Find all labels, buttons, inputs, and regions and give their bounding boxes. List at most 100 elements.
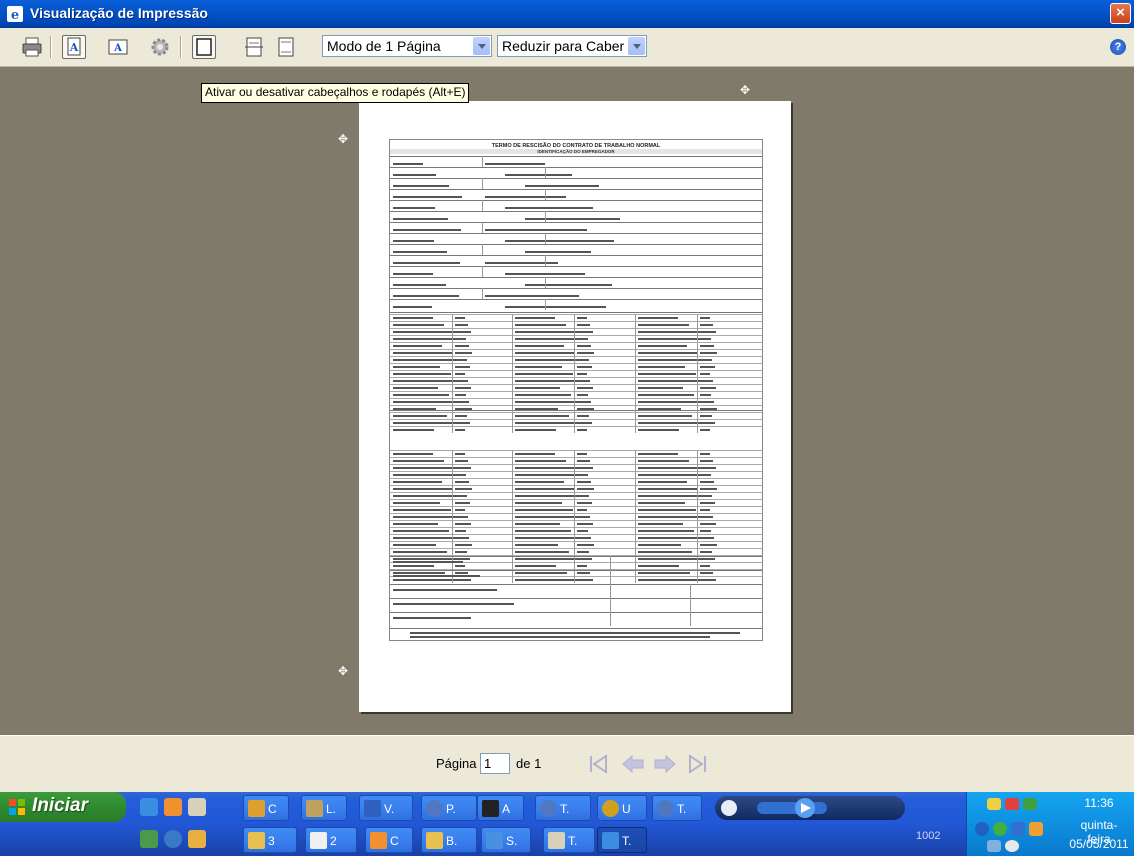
full-page-icon[interactable] xyxy=(274,35,298,59)
table-text xyxy=(700,387,716,389)
app-quicklaunch-icon[interactable] xyxy=(140,830,158,848)
table-rule xyxy=(390,419,762,420)
table-text xyxy=(577,366,592,368)
table-text xyxy=(393,530,449,532)
table-text xyxy=(515,422,580,424)
bottom-margin-handle-icon[interactable]: ✥ xyxy=(338,665,348,677)
page-count-label: de 1 xyxy=(516,756,542,771)
taskbar-button[interactable]: L. xyxy=(301,795,347,821)
tray-app-icon[interactable] xyxy=(1011,822,1025,836)
tray-arrow-icon[interactable] xyxy=(975,822,989,836)
table-text xyxy=(455,331,471,333)
table-text xyxy=(393,509,451,511)
table-text xyxy=(515,401,582,403)
taskbar-button[interactable]: A xyxy=(477,795,524,821)
last-page-icon[interactable] xyxy=(684,752,710,776)
taskbar-button[interactable]: T. xyxy=(652,795,702,821)
table-text xyxy=(393,551,447,553)
table-text xyxy=(393,488,453,490)
table-text xyxy=(577,387,593,389)
tray-app-icon[interactable] xyxy=(1029,822,1043,836)
table-rule xyxy=(390,541,762,542)
fit-mode-select[interactable]: Reduzir para Caber xyxy=(497,35,647,57)
table-rule xyxy=(390,384,762,385)
table-text xyxy=(577,359,589,361)
media-player-toolbar[interactable] xyxy=(715,796,905,820)
table-text xyxy=(455,324,468,326)
globe-quicklaunch-icon[interactable] xyxy=(164,830,182,848)
tray-app-icon[interactable] xyxy=(1005,840,1019,852)
taskbar-button[interactable]: U xyxy=(597,795,647,821)
form-rule xyxy=(390,556,762,557)
table-text xyxy=(577,502,592,504)
table-text xyxy=(638,572,690,574)
table-text xyxy=(393,422,458,424)
form-divider xyxy=(482,222,483,233)
tray-app-icon[interactable] xyxy=(1005,798,1019,810)
help-icon[interactable]: ? xyxy=(1110,39,1126,55)
table-text xyxy=(638,429,679,431)
start-button[interactable]: Iniciar xyxy=(0,792,126,822)
chevron-down-icon[interactable] xyxy=(473,37,490,55)
taskbar-button[interactable]: C xyxy=(243,795,289,821)
taskbar-group-button[interactable]: 3 xyxy=(243,827,297,853)
table-text xyxy=(515,429,556,431)
form-divider xyxy=(545,233,546,244)
table-text xyxy=(700,579,716,581)
clock-time[interactable]: 11:36 xyxy=(1069,796,1129,810)
table-text xyxy=(700,467,716,469)
table-text xyxy=(393,394,449,396)
form-text xyxy=(393,207,435,209)
table-text xyxy=(700,453,710,455)
table-text xyxy=(638,481,687,483)
taskbar-button[interactable]: V. xyxy=(359,795,413,821)
mail-icon[interactable] xyxy=(987,798,1001,810)
previous-page-icon[interactable] xyxy=(620,752,646,776)
table-text xyxy=(393,537,460,539)
taskbar-button[interactable]: T. xyxy=(535,795,591,821)
form-text xyxy=(485,163,545,165)
table-text xyxy=(700,495,712,497)
taskbar-button-active[interactable]: T. xyxy=(597,827,647,853)
taskbar-button[interactable]: S. xyxy=(481,827,531,853)
taskbar-button[interactable]: B. xyxy=(421,827,477,853)
table-text xyxy=(515,453,555,455)
next-page-icon[interactable] xyxy=(652,752,678,776)
full-width-icon[interactable] xyxy=(242,35,266,59)
page-number-input[interactable]: 1 xyxy=(480,753,510,774)
close-button[interactable]: × xyxy=(1110,3,1131,24)
outlook-quicklaunch-icon[interactable] xyxy=(164,798,182,816)
toggle-headers-footers-button[interactable] xyxy=(192,35,216,59)
desktop-quicklaunch-icon[interactable] xyxy=(188,798,206,816)
table-text xyxy=(393,453,433,455)
tray-app-icon[interactable] xyxy=(987,840,1001,852)
ie-quicklaunch-icon[interactable] xyxy=(140,798,158,816)
right-margin-handle-icon[interactable]: ✥ xyxy=(740,84,750,96)
taskbar-button[interactable]: T. xyxy=(543,827,595,853)
table-text xyxy=(393,373,451,375)
taskbar-button[interactable]: P. xyxy=(421,795,477,821)
top-margin-handle-icon[interactable]: ✥ xyxy=(338,133,348,145)
chevron-down-icon[interactable] xyxy=(628,37,645,55)
table-text xyxy=(577,579,593,581)
table-text xyxy=(700,422,715,424)
table-rule xyxy=(390,356,762,357)
page-mode-select[interactable]: Modo de 1 Página xyxy=(322,35,492,57)
print-icon[interactable] xyxy=(20,35,44,59)
table-text xyxy=(700,373,710,375)
table-text xyxy=(638,401,705,403)
table-text xyxy=(393,415,447,417)
table-rule xyxy=(390,314,762,315)
portrait-text-button[interactable]: A xyxy=(62,35,86,59)
hand-quicklaunch-icon[interactable] xyxy=(188,830,206,848)
table-text xyxy=(577,415,589,417)
taskbar-group-button[interactable]: 2 xyxy=(305,827,357,853)
page-setup-gear-icon[interactable] xyxy=(148,35,172,59)
tray-app-icon[interactable] xyxy=(1023,798,1037,810)
form-divider xyxy=(482,288,483,299)
taskbar-button[interactable]: C xyxy=(365,827,413,853)
network-icon[interactable] xyxy=(993,822,1007,836)
table-text xyxy=(577,338,588,340)
landscape-text-icon[interactable]: A xyxy=(106,35,130,59)
first-page-icon[interactable] xyxy=(586,752,612,776)
